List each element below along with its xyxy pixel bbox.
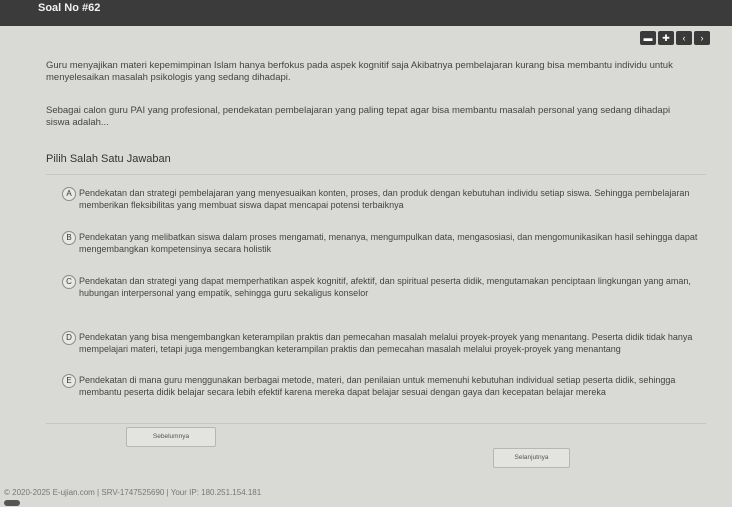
answer-instruction: Pilih Salah Satu Jawaban	[46, 153, 171, 165]
question-paragraph-1: Guru menyajikan materi kepemimpinan Isla…	[46, 60, 673, 83]
option-letter[interactable]: D	[62, 331, 76, 345]
option-letter[interactable]: C	[62, 275, 76, 289]
option-text: Pendekatan yang melibatkan siswa dalam p…	[79, 232, 698, 254]
option-letter[interactable]: A	[62, 187, 76, 201]
question-card: Guru menyajikan materi kepemimpinan Isla…	[32, 26, 712, 486]
option-text: Pendekatan yang bisa mengembangkan keter…	[79, 332, 693, 354]
option-letter[interactable]: B	[62, 231, 76, 245]
top-bar: Soal No #62	[0, 0, 732, 26]
option-text: Pendekatan di mana guru menggunakan berb…	[79, 375, 676, 397]
question-number-title: Soal No #62	[38, 2, 101, 14]
next-button[interactable]: Selanjutnya	[493, 448, 570, 468]
option-letter[interactable]: E	[62, 374, 76, 388]
footer-text: © 2020-2025 E-ujian.com | SRV-1747525690…	[4, 488, 262, 497]
previous-button[interactable]: Sebelumnya	[126, 427, 216, 447]
option-text: Pendekatan dan strategi pembelajaran yan…	[79, 188, 690, 210]
question-paragraph-2: Sebagai calon guru PAI yang profesional,…	[46, 105, 671, 128]
option-text: Pendekatan dan strategi yang dapat mempe…	[79, 276, 691, 298]
divider	[46, 423, 706, 424]
divider	[46, 174, 706, 175]
logo-icon	[4, 500, 20, 506]
